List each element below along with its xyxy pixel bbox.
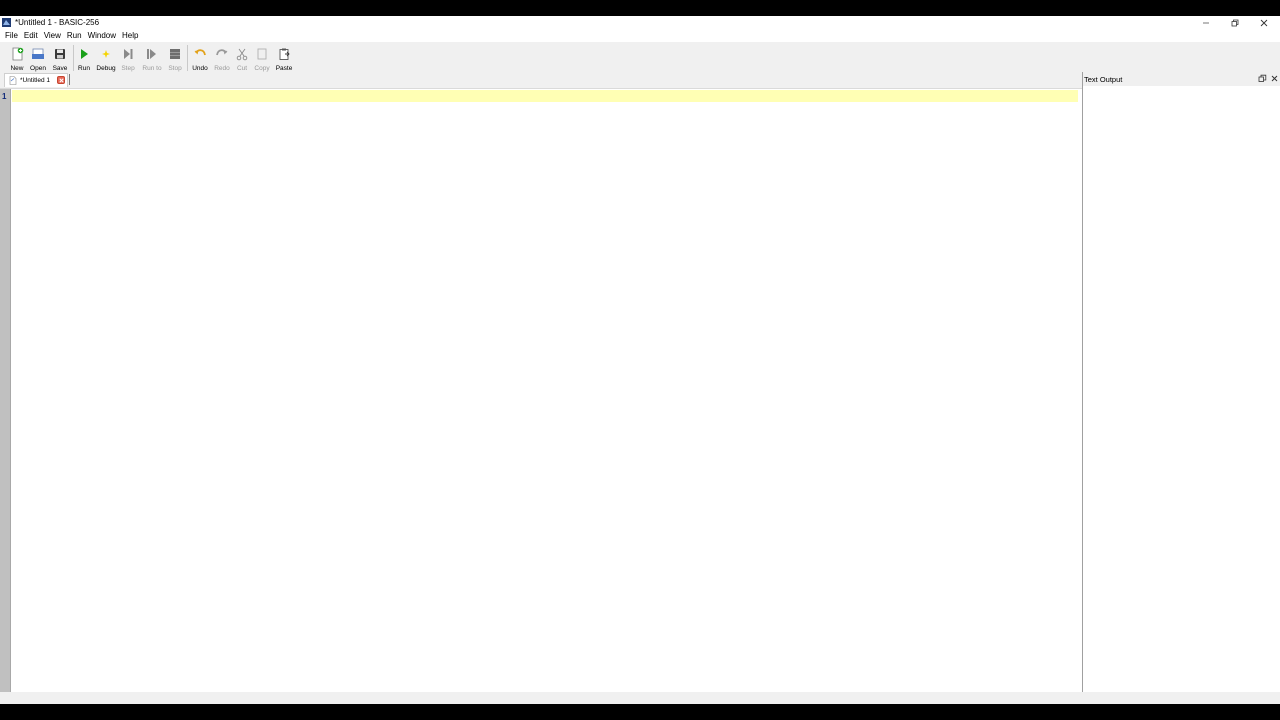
line-number-gutter: 1 (0, 89, 11, 693)
run-label: Run (78, 65, 90, 72)
line-number: 1 (2, 92, 7, 101)
stop-icon (170, 49, 180, 59)
save-label: Save (52, 65, 68, 72)
app-window: *Untitled 1 - BASIC-256 File Edit View R… (0, 16, 1280, 704)
close-button[interactable] (1250, 16, 1278, 30)
menu-edit[interactable]: Edit (21, 30, 41, 42)
close-icon[interactable] (1270, 74, 1279, 83)
editor-tab-bar: *Untitled 1 (0, 72, 1082, 88)
float-icon[interactable] (1258, 74, 1267, 83)
open-label: Open (30, 65, 46, 72)
paste-icon (279, 48, 290, 60)
tab-close-icon[interactable] (57, 76, 65, 84)
menu-window[interactable]: Window (85, 30, 119, 42)
minimize-icon (1203, 22, 1209, 24)
basic256-app-icon (2, 18, 11, 27)
text-output-panel: Text Output (1082, 72, 1280, 692)
undo-icon (194, 49, 206, 56)
redo-icon (216, 49, 228, 56)
menu-view[interactable]: View (41, 30, 64, 42)
tab-untitled-1[interactable]: *Untitled 1 (4, 73, 68, 87)
minimize-button[interactable] (1192, 16, 1220, 30)
tab-bar-divider (69, 74, 70, 85)
open-folder-icon (32, 48, 44, 59)
menu-file[interactable]: File (2, 30, 21, 42)
play-icon (81, 49, 88, 59)
paste-label: Paste (275, 65, 293, 72)
step-label: Step (121, 65, 135, 72)
menu-run[interactable]: Run (64, 30, 85, 42)
current-line-highlight (12, 90, 1078, 102)
run-to-label: Run to (142, 65, 162, 72)
scissors-icon (236, 48, 248, 61)
save-disk-icon (55, 49, 65, 59)
debug-label: Debug (96, 65, 116, 72)
menu-help[interactable]: Help (119, 30, 141, 42)
toolbar-separator (187, 45, 188, 71)
document-icon (9, 76, 17, 85)
stop-label: Stop (168, 65, 182, 72)
text-output-title: Text Output (1084, 75, 1123, 84)
toolbar-separator (73, 45, 74, 71)
redo-label: Redo (214, 65, 230, 72)
menu-bar: File Edit View Run Window Help (0, 30, 1280, 42)
step-icon (124, 49, 133, 59)
cut-label: Cut (236, 65, 248, 72)
run-to-icon (147, 49, 156, 59)
undo-label: Undo (192, 65, 208, 72)
code-editor[interactable]: 1 (0, 88, 1082, 693)
debug-spark-icon (102, 50, 110, 58)
copy-icon (257, 48, 267, 60)
restore-button[interactable] (1221, 16, 1249, 30)
tab-label: *Untitled 1 (20, 77, 50, 84)
title-bar: *Untitled 1 - BASIC-256 (0, 16, 1280, 30)
text-output-header: Text Output (1083, 72, 1280, 86)
status-bar (0, 692, 1280, 704)
new-label: New (10, 65, 24, 72)
copy-label: Copy (254, 65, 270, 72)
restore-icon (1231, 19, 1239, 27)
window-title: *Untitled 1 - BASIC-256 (15, 18, 100, 27)
new-file-icon (12, 47, 24, 61)
close-icon (1260, 19, 1268, 27)
